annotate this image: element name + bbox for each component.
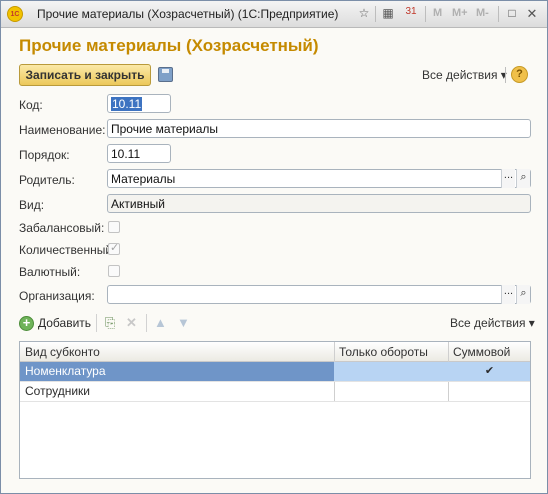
- memory-mminus-button[interactable]: M-: [476, 7, 489, 19]
- cell-turnover[interactable]: [335, 362, 448, 381]
- move-up-icon[interactable]: ▲: [154, 315, 167, 330]
- order-label: Порядок:: [19, 148, 70, 162]
- save-and-close-button[interactable]: Записать и закрыть: [19, 64, 151, 86]
- toolbar-divider: [96, 314, 97, 332]
- title-bar: 1С Прочие материалы (Хозрасчетный) (1С:П…: [1, 1, 547, 28]
- parent-field[interactable]: Материалы: [107, 169, 531, 188]
- form-window: 1С Прочие материалы (Хозрасчетный) (1С:П…: [0, 0, 548, 494]
- app-logo-icon[interactable]: 1С: [7, 6, 23, 22]
- column-header-kind[interactable]: Вид субконто: [25, 345, 100, 359]
- add-button-label: Добавить: [38, 316, 92, 330]
- titlebar-divider: [375, 6, 376, 22]
- cell-turnover[interactable]: [335, 382, 448, 401]
- copy-icon[interactable]: ⎘: [105, 315, 115, 331]
- titlebar-divider: [498, 6, 499, 22]
- window-title: Прочие материалы (Хозрасчетный) (1С:Пред…: [37, 7, 339, 21]
- all-actions-menu[interactable]: Все действия ▾: [422, 68, 507, 82]
- offbalance-label: Забалансовый:: [19, 221, 105, 235]
- cell-sum[interactable]: [449, 382, 530, 401]
- add-icon: +: [19, 315, 34, 331]
- parent-search-icon[interactable]: ⌕: [516, 169, 530, 188]
- maximize-icon[interactable]: □: [506, 6, 518, 22]
- subconto-table[interactable]: Вид субконто Только обороты Суммовой Ном…: [19, 341, 531, 479]
- code-value: 10.11: [111, 97, 143, 111]
- column-header-turnover[interactable]: Только обороты: [339, 345, 428, 359]
- organization-select-button[interactable]: ...: [501, 285, 515, 304]
- quantity-checkbox[interactable]: [108, 241, 120, 255]
- column-header-sum[interactable]: Суммовой: [453, 345, 510, 359]
- favorite-star-icon[interactable]: ☆: [357, 6, 371, 22]
- memory-m-button[interactable]: M: [433, 7, 442, 19]
- code-field[interactable]: 10.11: [107, 94, 171, 113]
- kind-field[interactable]: Активный: [107, 194, 531, 213]
- help-icon[interactable]: ?: [511, 66, 528, 83]
- table-all-actions-menu[interactable]: Все действия ▾: [450, 316, 535, 330]
- organization-label: Организация:: [19, 289, 95, 303]
- calendar-icon[interactable]: 31: [404, 6, 418, 22]
- cell-kind[interactable]: Номенклатура: [20, 362, 334, 381]
- memory-mplus-button[interactable]: M+: [452, 7, 468, 19]
- quantity-label: Количественный:: [19, 243, 116, 257]
- move-down-icon[interactable]: ▼: [177, 315, 190, 330]
- code-label: Код:: [19, 98, 43, 112]
- parent-label: Родитель:: [19, 173, 75, 187]
- name-field[interactable]: Прочие материалы: [107, 119, 531, 138]
- save-icon[interactable]: [158, 67, 173, 82]
- cell-kind[interactable]: Сотрудники: [20, 382, 334, 401]
- table-header: Вид субконто Только обороты Суммовой: [20, 342, 530, 362]
- toolbar-divider: [146, 314, 147, 332]
- header-divider: [505, 67, 506, 83]
- offbalance-checkbox[interactable]: [108, 221, 120, 233]
- kind-label: Вид:: [19, 198, 45, 212]
- close-icon[interactable]: ✕: [526, 6, 538, 22]
- titlebar-divider: [425, 6, 426, 22]
- cell-sum-check-icon[interactable]: ✔: [449, 362, 530, 381]
- delete-icon[interactable]: ✕: [126, 315, 137, 331]
- organization-field[interactable]: [107, 285, 531, 304]
- currency-checkbox[interactable]: [108, 265, 120, 277]
- parent-select-button[interactable]: ...: [501, 169, 515, 188]
- page-title: Прочие материалы (Хозрасчетный): [19, 36, 319, 55]
- add-button[interactable]: + Добавить: [19, 313, 91, 333]
- currency-label: Валютный:: [19, 265, 81, 279]
- order-field[interactable]: 10.11: [107, 144, 171, 163]
- table-row[interactable]: Номенклатура ✔: [20, 362, 530, 382]
- table-row[interactable]: Сотрудники: [20, 382, 530, 402]
- organization-search-icon[interactable]: ⌕: [516, 285, 530, 304]
- calculator-icon[interactable]: ▦: [381, 6, 395, 22]
- name-label: Наименование:: [19, 123, 106, 137]
